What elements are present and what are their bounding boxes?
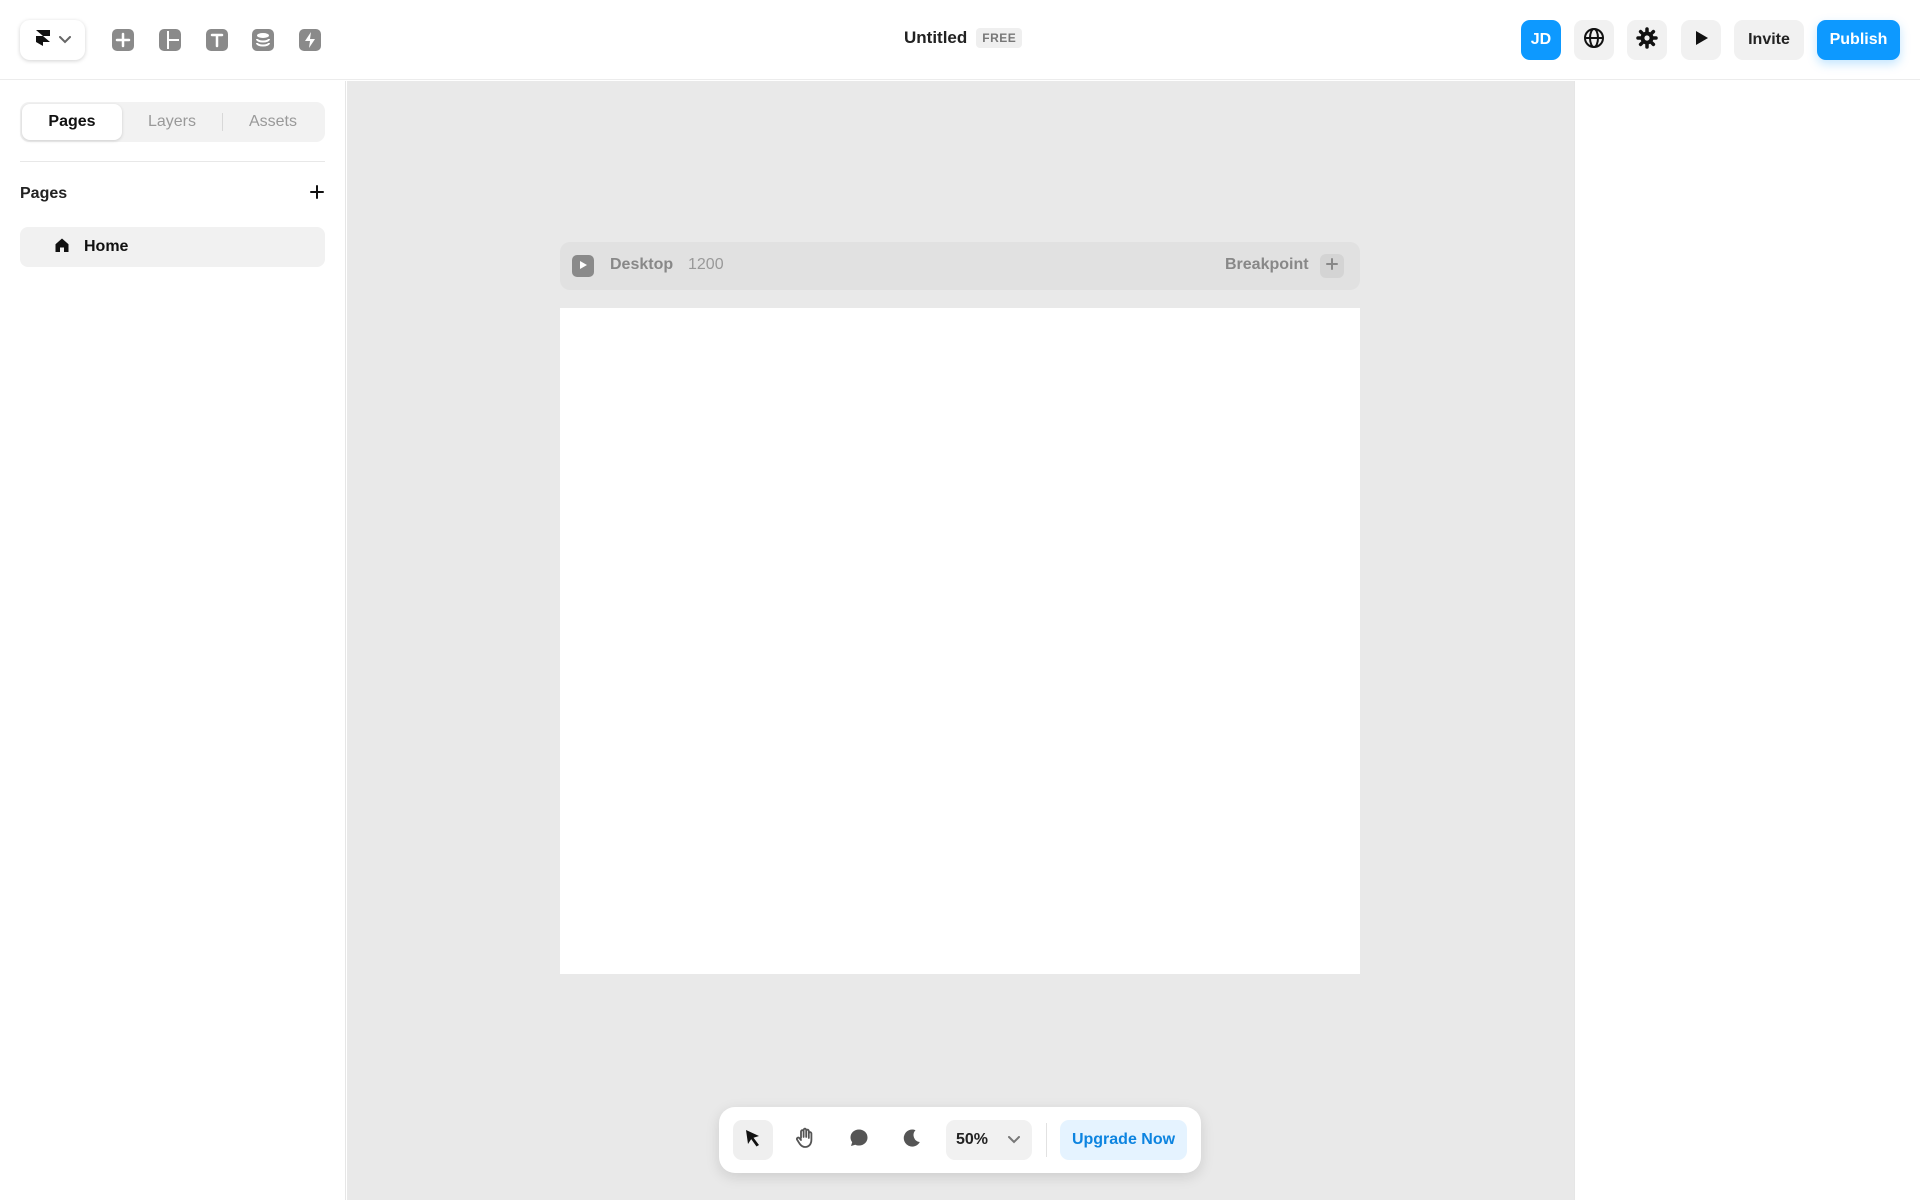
select-tool-button[interactable]	[733, 1120, 773, 1160]
tab-layers[interactable]: Layers	[122, 104, 222, 140]
publish-button[interactable]: Publish	[1817, 20, 1900, 60]
upgrade-button[interactable]: Upgrade Now	[1060, 1120, 1187, 1160]
page-label: Home	[84, 238, 129, 255]
project-title[interactable]: Untitled	[904, 28, 967, 48]
layout-icon[interactable]	[158, 28, 182, 52]
pages-section-title: Pages	[20, 185, 68, 202]
globe-button[interactable]	[1574, 20, 1614, 60]
breakpoint-label[interactable]: Breakpoint	[1225, 256, 1309, 274]
breakpoint-width: 1200	[688, 256, 724, 273]
globe-icon	[1583, 27, 1605, 54]
settings-button[interactable]	[1627, 20, 1667, 60]
play-icon	[1692, 29, 1710, 52]
sidebar-item-home[interactable]: Home	[20, 227, 325, 267]
chevron-down-icon	[1008, 1131, 1021, 1149]
sidebar-divider	[20, 161, 325, 162]
invite-button[interactable]: Invite	[1734, 20, 1804, 60]
sidebar-tabs: Pages Layers Assets	[20, 102, 325, 142]
breakpoint-name[interactable]: Desktop	[610, 256, 673, 274]
add-breakpoint-button[interactable]	[1320, 254, 1344, 278]
desktop-frame[interactable]	[560, 308, 1360, 974]
moon-icon	[901, 1127, 923, 1154]
interactions-icon[interactable]	[298, 28, 322, 52]
tab-pages[interactable]: Pages	[22, 104, 122, 140]
bottom-toolbar: 50% Upgrade Now	[719, 1107, 1201, 1173]
zoom-select[interactable]: 50%	[946, 1120, 1032, 1160]
top-bar: Untitled FREE JD Invite Publish	[0, 0, 1920, 80]
toolbar-divider	[1046, 1123, 1047, 1157]
gear-icon	[1636, 26, 1658, 54]
home-icon	[54, 237, 70, 258]
add-page-button[interactable]	[305, 182, 329, 206]
hand-tool-button[interactable]	[785, 1120, 825, 1160]
preview-frame-button[interactable]	[572, 255, 594, 277]
chevron-down-icon	[58, 31, 71, 49]
zoom-value: 50%	[956, 1131, 989, 1148]
app-menu-button[interactable]	[20, 20, 85, 60]
tab-assets[interactable]: Assets	[223, 104, 323, 140]
breakpoint-bar: Desktop 1200 Breakpoint	[560, 242, 1360, 290]
user-avatar[interactable]: JD	[1521, 20, 1561, 60]
theme-toggle-button[interactable]	[892, 1120, 932, 1160]
play-icon	[578, 257, 588, 275]
canvas[interactable]: Desktop 1200 Breakpoint	[347, 81, 1574, 1200]
properties-panel	[1574, 81, 1920, 1200]
project-title-group[interactable]: Untitled FREE	[904, 28, 1023, 48]
preview-button[interactable]	[1681, 20, 1721, 60]
plan-badge: FREE	[976, 28, 1023, 48]
left-sidebar: Pages Layers Assets Pages Home	[0, 81, 346, 1200]
pointer-icon	[743, 1128, 763, 1153]
comment-tool-button[interactable]	[839, 1120, 879, 1160]
plus-icon	[309, 184, 325, 205]
text-icon[interactable]	[205, 28, 229, 52]
framer-logo-icon	[35, 29, 51, 52]
comment-icon	[848, 1127, 870, 1154]
hand-icon	[794, 1127, 816, 1154]
insert-icon[interactable]	[111, 28, 135, 52]
cms-icon[interactable]	[251, 28, 275, 52]
plus-icon	[1326, 257, 1338, 275]
